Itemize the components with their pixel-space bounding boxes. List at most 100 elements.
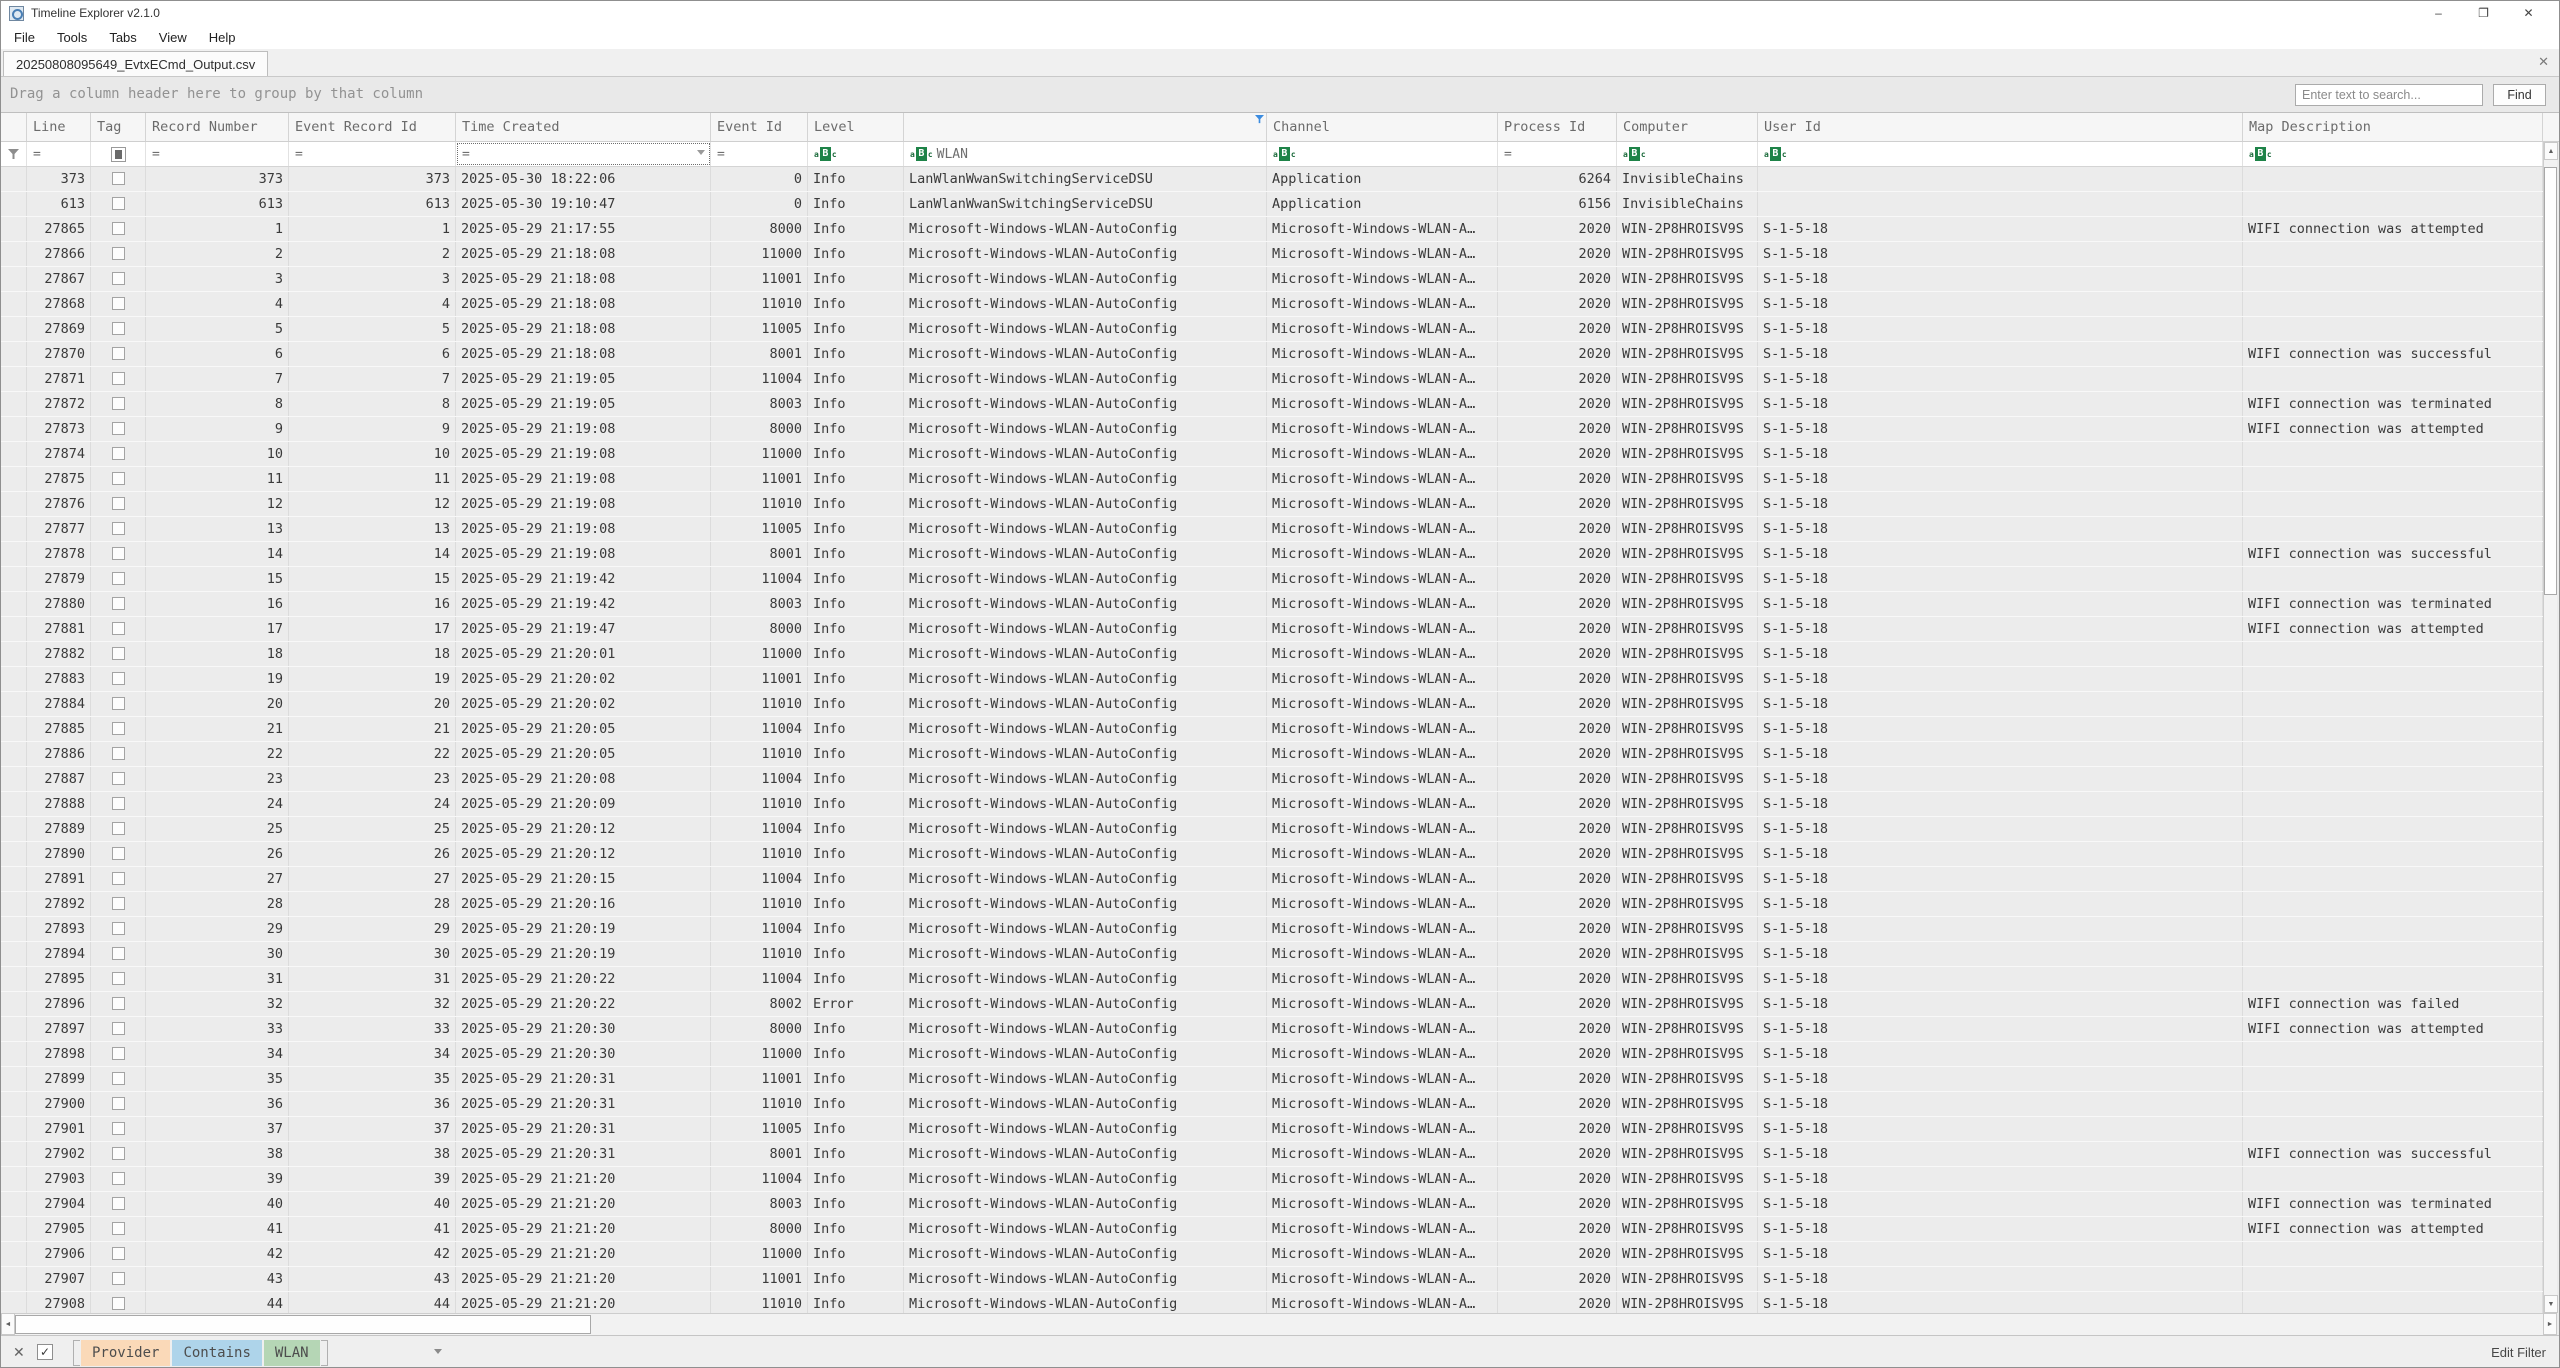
tag-checkbox[interactable] (112, 947, 125, 960)
remove-filter-icon[interactable]: ✕ (13, 1344, 25, 1360)
filter-time-created[interactable]: = (456, 142, 711, 166)
table-row[interactable]: 2787713132025-05-29 21:19:0811005InfoMic… (1, 517, 2543, 542)
tag-checkbox[interactable] (112, 1147, 125, 1160)
tag-checkbox[interactable] (112, 797, 125, 810)
tag-checkbox[interactable] (112, 822, 125, 835)
tag-checkbox[interactable] (112, 472, 125, 485)
table-row[interactable]: 2789733332025-05-29 21:20:308000InfoMicr… (1, 1017, 2543, 1042)
header-level[interactable]: Level (808, 113, 904, 141)
tag-checkbox[interactable] (112, 322, 125, 335)
table-row[interactable]: 27872882025-05-29 21:19:058003InfoMicros… (1, 392, 2543, 417)
tag-checkbox[interactable] (112, 1047, 125, 1060)
tag-checkbox[interactable] (112, 547, 125, 560)
table-row[interactable]: 2787511112025-05-29 21:19:0811001InfoMic… (1, 467, 2543, 492)
menu-help[interactable]: Help (200, 30, 245, 45)
filter-enabled-checkbox[interactable]: ✓ (37, 1344, 53, 1360)
table-row[interactable]: 2788319192025-05-29 21:20:0211001InfoMic… (1, 667, 2543, 692)
tag-checkbox[interactable] (112, 172, 125, 185)
tag-checkbox[interactable] (112, 297, 125, 310)
tag-checkbox[interactable] (112, 1197, 125, 1210)
table-row[interactable]: 27867332025-05-29 21:18:0811001InfoMicro… (1, 267, 2543, 292)
scroll-down-icon[interactable]: ▼ (2544, 1295, 2558, 1313)
header-event-record-id[interactable]: Event Record Id (289, 113, 456, 141)
table-row[interactable]: 27871772025-05-29 21:19:0511004InfoMicro… (1, 367, 2543, 392)
table-row[interactable]: 2789935352025-05-29 21:20:3111001InfoMic… (1, 1067, 2543, 1092)
table-row[interactable]: 2788925252025-05-29 21:20:1211004InfoMic… (1, 817, 2543, 842)
table-row[interactable]: 2788420202025-05-29 21:20:0211010InfoMic… (1, 692, 2543, 717)
filter-event-record-id[interactable]: = (289, 142, 456, 166)
tag-checkbox[interactable] (112, 347, 125, 360)
table-row[interactable]: 2790137372025-05-29 21:20:3111005InfoMic… (1, 1117, 2543, 1142)
table-row[interactable]: 2790844442025-05-29 21:21:2011010InfoMic… (1, 1292, 2543, 1313)
scroll-up-icon[interactable]: ▲ (2544, 142, 2558, 160)
tag-checkbox[interactable] (112, 1172, 125, 1185)
tag-checkbox[interactable] (112, 222, 125, 235)
table-row[interactable]: 2790541412025-05-29 21:21:208000InfoMicr… (1, 1217, 2543, 1242)
tag-checkbox[interactable] (112, 247, 125, 260)
tag-checkbox[interactable] (112, 622, 125, 635)
tag-checkbox[interactable] (112, 372, 125, 385)
header-user-id[interactable]: User Id (1758, 113, 2243, 141)
table-row[interactable]: 6136136132025-05-30 19:10:470InfoLanWlan… (1, 192, 2543, 217)
tag-checkbox[interactable] (112, 672, 125, 685)
tag-checkbox[interactable] (112, 522, 125, 535)
filter-level[interactable]: aBc (808, 142, 904, 166)
table-row[interactable]: 27873992025-05-29 21:19:088000InfoMicros… (1, 417, 2543, 442)
table-row[interactable]: 2789430302025-05-29 21:20:1911010InfoMic… (1, 942, 2543, 967)
tag-checkbox[interactable] (112, 272, 125, 285)
table-row[interactable]: 2788218182025-05-29 21:20:0111000InfoMic… (1, 642, 2543, 667)
tag-checkbox[interactable] (112, 422, 125, 435)
tag-checkbox[interactable] (112, 922, 125, 935)
tag-checkbox[interactable] (112, 772, 125, 785)
filter-line[interactable]: = (27, 142, 91, 166)
menu-file[interactable]: File (5, 30, 44, 45)
filter-user-id[interactable]: aBc (1758, 142, 2243, 166)
menu-tabs[interactable]: Tabs (100, 30, 145, 45)
vertical-scrollbar-thumb[interactable] (2544, 167, 2557, 595)
vertical-scrollbar[interactable]: ▲ ▼ (2543, 142, 2557, 1313)
tag-checkbox[interactable] (112, 1097, 125, 1110)
header-line[interactable]: Line (27, 113, 91, 141)
table-row[interactable]: 2790238382025-05-29 21:20:318001InfoMicr… (1, 1142, 2543, 1167)
table-row[interactable]: 2789228282025-05-29 21:20:1611010InfoMic… (1, 892, 2543, 917)
tag-checkbox[interactable] (112, 497, 125, 510)
tag-checkbox[interactable] (112, 847, 125, 860)
tab-active-csv[interactable]: 20250808095649_EvtxECmd_Output.csv (3, 51, 268, 76)
header-event-id[interactable]: Event Id (711, 113, 808, 141)
table-row[interactable]: 2788521212025-05-29 21:20:0511004InfoMic… (1, 717, 2543, 742)
table-row[interactable]: 2788117172025-05-29 21:19:478000InfoMicr… (1, 617, 2543, 642)
find-button[interactable]: Find (2493, 84, 2546, 106)
header-record-number[interactable]: Record Number (146, 113, 289, 141)
horizontal-scrollbar[interactable] (1, 1313, 2543, 1335)
table-row[interactable]: 27869552025-05-29 21:18:0811005InfoMicro… (1, 317, 2543, 342)
filter-operator-chip[interactable]: Contains (172, 1340, 261, 1366)
table-row[interactable]: 2788016162025-05-29 21:19:428003InfoMicr… (1, 592, 2543, 617)
table-row[interactable]: 2790440402025-05-29 21:21:208003InfoMicr… (1, 1192, 2543, 1217)
table-row[interactable]: 2789834342025-05-29 21:20:3011000InfoMic… (1, 1042, 2543, 1067)
filter-process-id[interactable]: = (1498, 142, 1617, 166)
tag-checkbox[interactable] (112, 697, 125, 710)
filter-event-id[interactable]: = (711, 142, 808, 166)
filter-map-description[interactable]: aBc (2243, 142, 2543, 166)
search-input[interactable] (2295, 84, 2483, 106)
header-time-created[interactable]: Time Created (456, 113, 711, 141)
menu-tools[interactable]: Tools (48, 30, 96, 45)
tag-checkbox[interactable] (112, 647, 125, 660)
tag-checkbox[interactable] (112, 1222, 125, 1235)
tag-checkbox[interactable] (112, 397, 125, 410)
table-row[interactable]: 2787814142025-05-29 21:19:088001InfoMicr… (1, 542, 2543, 567)
table-row[interactable]: 2789632322025-05-29 21:20:228002ErrorMic… (1, 992, 2543, 1017)
table-row[interactable]: 2789127272025-05-29 21:20:1511004InfoMic… (1, 867, 2543, 892)
header-tag[interactable]: Tag (91, 113, 146, 141)
table-row[interactable]: 27868442025-05-29 21:18:0811010InfoMicro… (1, 292, 2543, 317)
tag-checkbox[interactable] (112, 1297, 125, 1310)
table-row[interactable]: 2788723232025-05-29 21:20:0811004InfoMic… (1, 767, 2543, 792)
filter-record-number[interactable]: = (146, 142, 289, 166)
header-process-id[interactable]: Process Id (1498, 113, 1617, 141)
tag-checkbox[interactable] (112, 747, 125, 760)
scroll-left-icon[interactable]: ◄ (1, 1313, 15, 1335)
table-row[interactable]: 2789026262025-05-29 21:20:1211010InfoMic… (1, 842, 2543, 867)
tag-checkbox[interactable] (112, 597, 125, 610)
table-row[interactable]: 27866222025-05-29 21:18:0811000InfoMicro… (1, 242, 2543, 267)
table-row[interactable]: 2787915152025-05-29 21:19:4211004InfoMic… (1, 567, 2543, 592)
